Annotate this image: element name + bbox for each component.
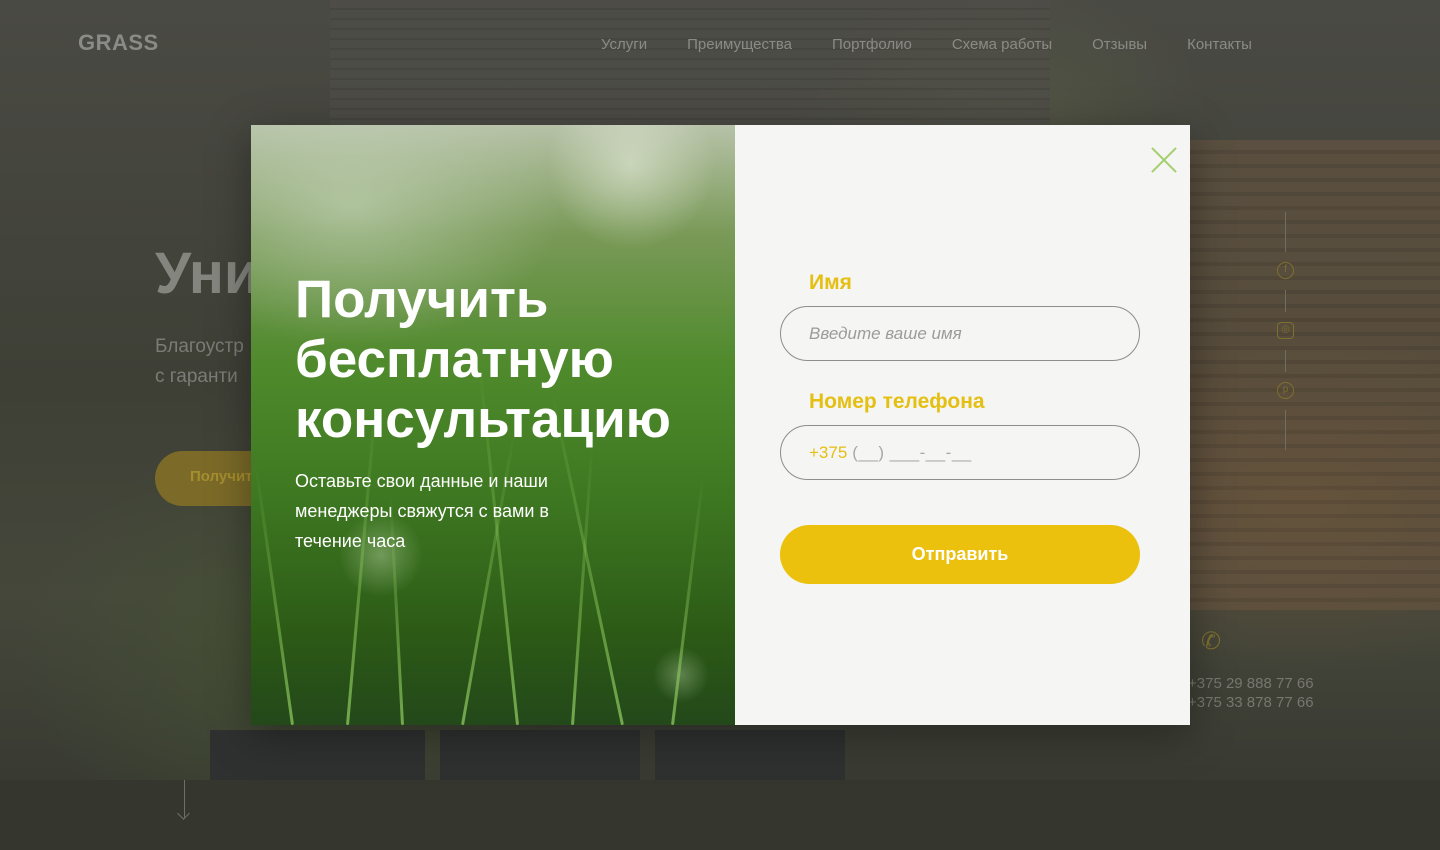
phone-number[interactable]: +375 33 878 77 66 [1188,694,1314,711]
scroll-down-arrow-icon[interactable] [184,780,185,818]
grass-blade [254,467,294,725]
stepping-stone [210,730,425,780]
hero-subtitle-line: с гаранти [155,366,238,387]
modal-form-panel: Имя Номер телефона +375 (__) ___-__-__ О… [735,125,1190,725]
phone-mask: (__) ___-__-__ [852,442,972,462]
modal-description: Оставьте свои данные и наши менеджеры св… [295,471,549,551]
modal-title: Получить бесплатную консультацию [295,270,671,449]
site-logo[interactable]: GRASS [78,30,159,56]
nav-item-services[interactable]: Услуги [601,36,647,53]
instagram-icon[interactable]: ◎ [1277,322,1294,339]
nav-item-portfolio[interactable]: Портфолио [832,36,912,53]
nav-item-workflow[interactable]: Схема работы [952,36,1052,53]
hero-subtitle-line: Благоустр [155,336,244,357]
consultation-modal: Получить бесплатную консультацию Оставьт… [251,125,1190,725]
phone-prefix: +375 [809,442,848,462]
background-ground [0,780,1440,850]
social-divider [1285,350,1286,372]
modal-image-panel: Получить бесплатную консультацию Оставьт… [251,125,735,725]
background-fence [1190,140,1440,610]
stepping-stone [655,730,845,780]
grass-blade [671,476,705,725]
social-divider [1285,290,1286,312]
social-divider [1285,212,1286,252]
main-nav: Услуги Преимущества Портфолио Схема рабо… [601,36,1292,53]
stepping-stone [440,730,640,780]
pinterest-icon[interactable]: p [1277,382,1294,399]
nav-item-contacts[interactable]: Контакты [1187,36,1252,53]
phone-input[interactable]: +375 (__) ___-__-__ [780,425,1140,480]
phone-number[interactable]: +375 29 888 77 66 [1188,675,1314,692]
name-label: Имя [809,271,852,294]
background-wall [330,0,1050,130]
submit-button[interactable]: Отправить [780,525,1140,584]
nav-item-reviews[interactable]: Отзывы [1092,36,1147,53]
close-icon[interactable] [1150,146,1178,174]
hero-title: Уни [155,241,260,306]
social-divider [1285,410,1286,450]
phone-label: Номер телефона [809,390,985,413]
facebook-icon[interactable]: f [1277,262,1294,279]
grass-blade [346,406,377,725]
nav-item-advantages[interactable]: Преимущества [687,36,792,53]
hero-subtitle: Благоустр с гаранти [155,332,265,392]
phone-icon: ✆ [1201,628,1222,655]
name-input[interactable] [780,306,1140,361]
